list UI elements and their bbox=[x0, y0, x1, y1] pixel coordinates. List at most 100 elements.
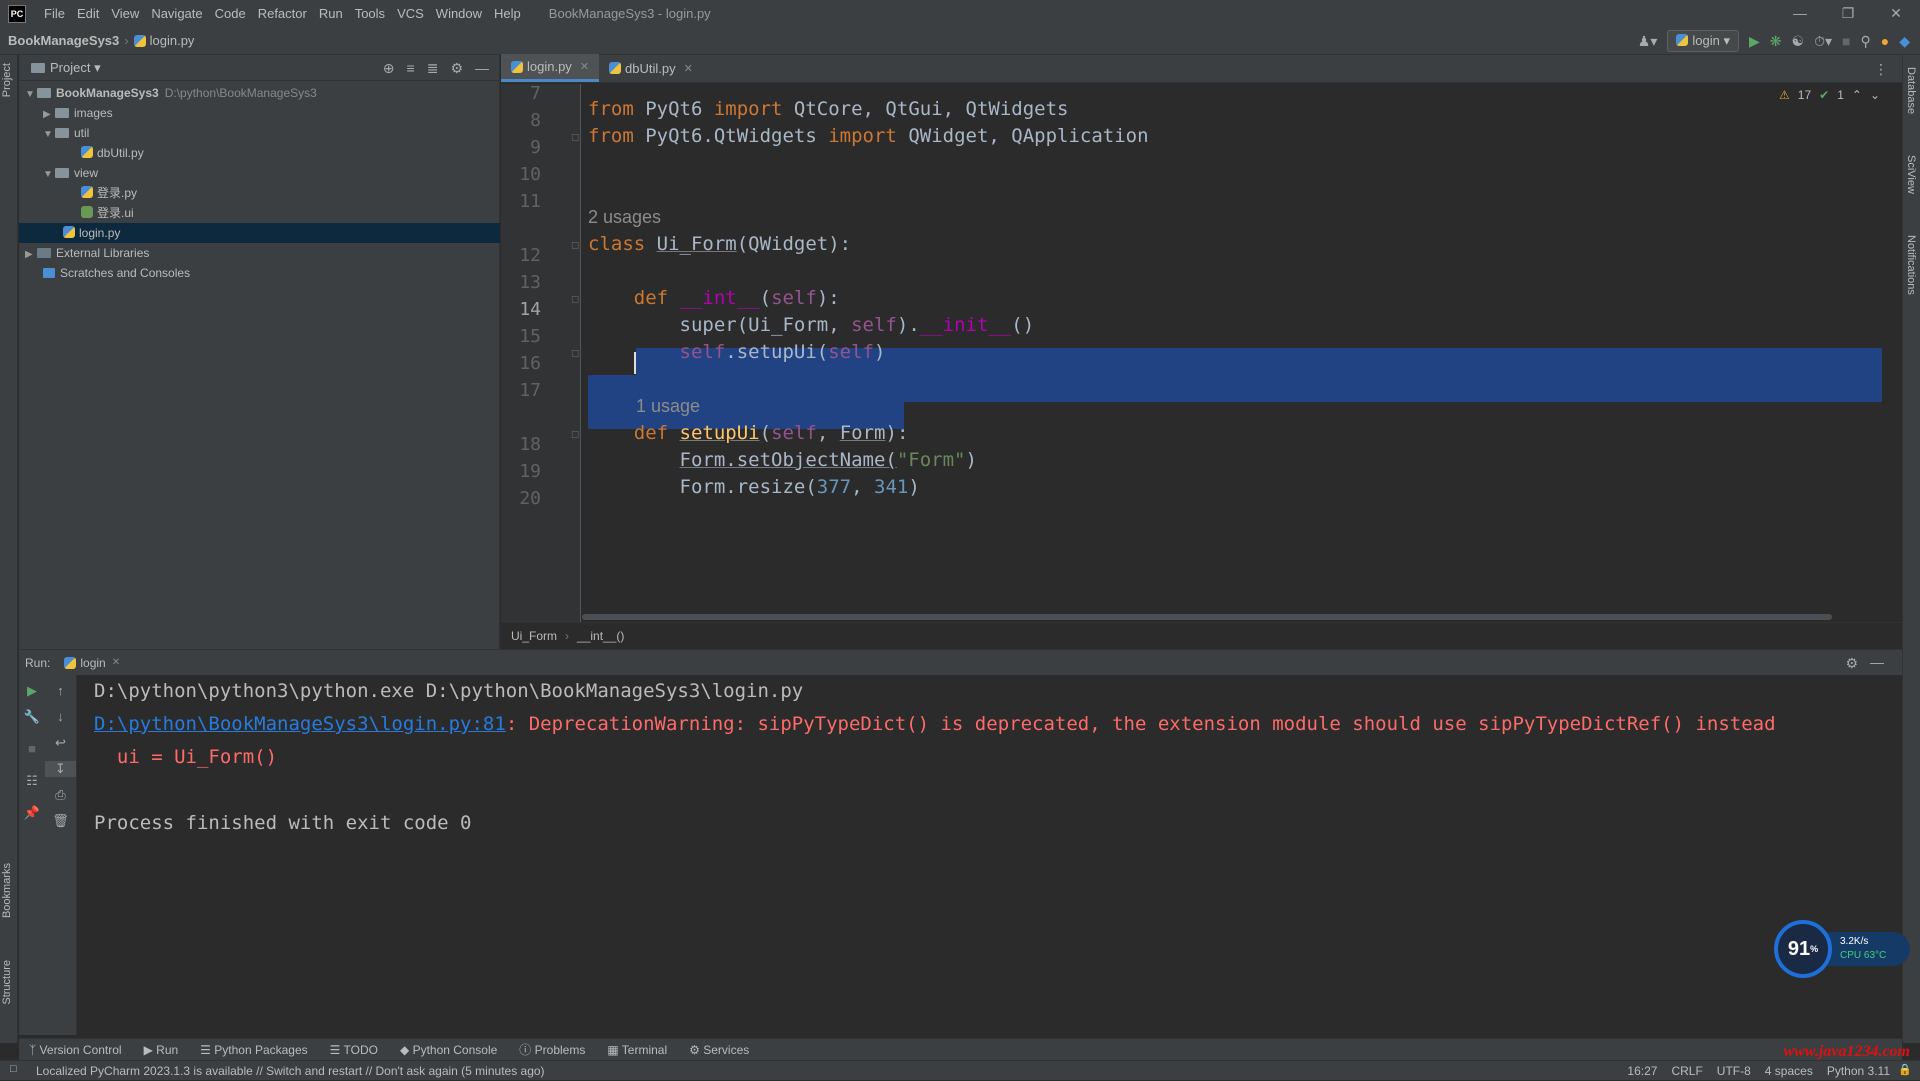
line-separator[interactable]: CRLF bbox=[1671, 1064, 1702, 1078]
run-config-select[interactable]: login ▾ bbox=[1667, 30, 1739, 52]
wrench-icon[interactable]: 🔧 bbox=[19, 709, 45, 725]
locate-icon[interactable]: ⊕ bbox=[383, 60, 395, 77]
status-message[interactable]: Localized PyCharm 2023.1.3 is available … bbox=[36, 1064, 545, 1078]
menu-help[interactable]: Help bbox=[488, 6, 527, 21]
fold-icon[interactable]: ◻ bbox=[571, 429, 579, 440]
notifications-tool-button[interactable]: Notifications bbox=[1905, 235, 1917, 295]
tree-item-root[interactable]: ▼ BookManageSys3 D:\python\BookManageSys3 bbox=[19, 83, 500, 103]
stop-icon[interactable]: ■ bbox=[19, 741, 45, 756]
tree-item-login-cn-py[interactable]: 登录.py bbox=[19, 183, 500, 203]
tree-item-view[interactable]: ▼ view bbox=[19, 163, 500, 183]
fold-icon[interactable]: ◻ bbox=[571, 240, 579, 251]
run-tab-login[interactable]: login bbox=[80, 656, 105, 670]
hide-icon[interactable]: — bbox=[475, 60, 489, 77]
arrow-up-icon[interactable]: ↑ bbox=[45, 683, 76, 698]
tool-python-packages[interactable]: ☰ Python Packages bbox=[200, 1043, 308, 1057]
sciview-tool-button[interactable]: SciView bbox=[1905, 155, 1917, 194]
console-file-link[interactable]: D:\python\BookManageSys3\login.py:81 bbox=[94, 713, 506, 735]
minimize-icon[interactable]: — bbox=[1776, 0, 1824, 27]
project-panel-title[interactable]: Project bbox=[50, 60, 90, 75]
trash-icon[interactable]: 🗑 bbox=[45, 813, 76, 829]
tree-item-dbutil[interactable]: dbUtil.py bbox=[19, 143, 500, 163]
fold-icon[interactable]: ◻ bbox=[571, 132, 579, 143]
run-icon[interactable]: ▶ bbox=[1749, 33, 1760, 50]
stop-icon[interactable]: ■ bbox=[1842, 33, 1850, 49]
caret-position[interactable]: 16:27 bbox=[1627, 1064, 1657, 1078]
close-icon[interactable]: ✕ bbox=[1872, 0, 1920, 27]
close-tab-icon[interactable]: ✕ bbox=[112, 657, 120, 668]
project-tool-button[interactable]: Project bbox=[1, 63, 13, 97]
chevron-up-icon[interactable]: ⌃ bbox=[1852, 88, 1862, 102]
menu-vcs[interactable]: VCS bbox=[391, 6, 430, 21]
menu-window[interactable]: Window bbox=[430, 6, 488, 21]
hide-icon[interactable]: — bbox=[1870, 654, 1884, 670]
tab-dbutil-py[interactable]: dbUtil.py ✕ bbox=[599, 54, 703, 82]
nav-file[interactable]: login.py bbox=[150, 33, 195, 48]
chevron-down-icon[interactable]: ⌄ bbox=[1870, 88, 1880, 102]
tool-python-console[interactable]: ◆ Python Console bbox=[400, 1043, 497, 1057]
collapse-all-icon[interactable]: ≣ bbox=[427, 60, 439, 77]
bookmarks-tool-button[interactable]: Bookmarks bbox=[1, 863, 13, 918]
nav-project[interactable]: BookManageSys3 bbox=[8, 33, 119, 48]
tree-item-login-py[interactable]: login.py bbox=[19, 223, 500, 243]
soft-wrap-icon[interactable]: ↩ bbox=[45, 735, 76, 751]
rerun-icon[interactable]: ▶ bbox=[19, 683, 45, 699]
menu-file[interactable]: File bbox=[38, 6, 71, 21]
menu-navigate[interactable]: Navigate bbox=[145, 6, 208, 21]
breadcrumb-function[interactable]: __int__() bbox=[577, 629, 624, 643]
inspection-widget[interactable]: ⚠ 17 ✔ 1 ⌃ ⌄ bbox=[1779, 88, 1880, 102]
tool-problems[interactable]: ⓘ Problems bbox=[519, 1041, 585, 1058]
database-tool-button[interactable]: Database bbox=[1905, 67, 1917, 114]
horizontal-scrollbar[interactable] bbox=[582, 614, 1832, 620]
tree-item-util[interactable]: ▼ util bbox=[19, 123, 500, 143]
tree-item-scratches[interactable]: Scratches and Consoles bbox=[19, 263, 500, 283]
tree-item-login-cn-ui[interactable]: 登录.ui bbox=[19, 203, 500, 223]
menu-tools[interactable]: Tools bbox=[349, 6, 391, 21]
run-console[interactable]: D:\python\python3\python.exe D:\python\B… bbox=[78, 675, 1902, 1035]
system-monitor-widget[interactable]: 3.2K/s CPU 63°C 91% bbox=[1774, 920, 1914, 978]
fold-icon[interactable]: ◻ bbox=[571, 348, 579, 359]
file-encoding[interactable]: UTF-8 bbox=[1717, 1064, 1751, 1078]
scroll-to-end-icon[interactable]: ↧ bbox=[45, 761, 76, 777]
gear-icon[interactable]: ⚙ bbox=[450, 60, 463, 77]
interpreter[interactable]: Python 3.11 bbox=[1827, 1064, 1890, 1078]
debug-icon[interactable]: ❋ bbox=[1770, 33, 1782, 50]
menu-view[interactable]: View bbox=[105, 6, 145, 21]
menu-refactor[interactable]: Refactor bbox=[252, 6, 313, 21]
profile-icon[interactable]: ⏱▾ bbox=[1814, 33, 1832, 50]
menu-code[interactable]: Code bbox=[209, 6, 252, 21]
structure-tool-button[interactable]: Structure bbox=[1, 960, 13, 1005]
tree-item-external-libraries[interactable]: ▶ External Libraries bbox=[19, 243, 500, 263]
tool-terminal[interactable]: ▦ Terminal bbox=[607, 1043, 667, 1057]
expand-all-icon[interactable]: ≡ bbox=[407, 60, 415, 77]
arrow-down-icon[interactable]: ↓ bbox=[45, 709, 76, 724]
lock-icon[interactable]: 🔒 bbox=[1898, 1063, 1912, 1076]
coverage-icon[interactable]: ☯ bbox=[1792, 33, 1805, 50]
tool-run[interactable]: ▶ Run bbox=[144, 1043, 179, 1057]
tree-item-images[interactable]: ▶ images bbox=[19, 103, 500, 123]
gear-icon[interactable]: ⚙ bbox=[1845, 655, 1858, 672]
tab-login-py[interactable]: login.py ✕ bbox=[501, 54, 600, 82]
fold-icon[interactable]: ◻ bbox=[571, 294, 579, 305]
close-tab-icon[interactable]: ✕ bbox=[580, 60, 589, 73]
status-toggle-icon[interactable]: □ bbox=[10, 1063, 17, 1075]
more-tabs-icon[interactable]: ⋮ bbox=[1874, 61, 1888, 78]
tool-version-control[interactable]: ᛉ Version Control bbox=[29, 1043, 122, 1057]
restore-icon[interactable]: ❐ bbox=[1824, 0, 1872, 27]
close-tab-icon[interactable]: ✕ bbox=[684, 62, 693, 75]
breadcrumb-class[interactable]: Ui_Form bbox=[511, 629, 557, 643]
jetbrains-icon[interactable]: ◆ bbox=[1899, 33, 1910, 50]
console-warning: : DeprecationWarning: sipPyTypeDict() is… bbox=[505, 713, 1776, 735]
code-editor[interactable]: from PyQt6 import QtCore, QtGui, QtWidge… bbox=[582, 84, 1882, 622]
update-icon[interactable]: ● bbox=[1881, 33, 1889, 49]
menu-edit[interactable]: Edit bbox=[71, 6, 105, 21]
user-icon[interactable]: ♟▾ bbox=[1638, 33, 1658, 50]
tool-todo[interactable]: ☰ TODO bbox=[330, 1043, 378, 1057]
pin-icon[interactable]: 📌 bbox=[19, 805, 45, 821]
menu-run[interactable]: Run bbox=[313, 6, 349, 21]
layout-icon[interactable]: ☷ bbox=[19, 773, 45, 789]
indent-setting[interactable]: 4 spaces bbox=[1765, 1064, 1813, 1078]
search-icon[interactable]: ⚲ bbox=[1860, 33, 1870, 50]
tool-services[interactable]: ⚙ Services bbox=[689, 1043, 749, 1057]
print-icon[interactable]: ⎙ bbox=[45, 787, 76, 803]
